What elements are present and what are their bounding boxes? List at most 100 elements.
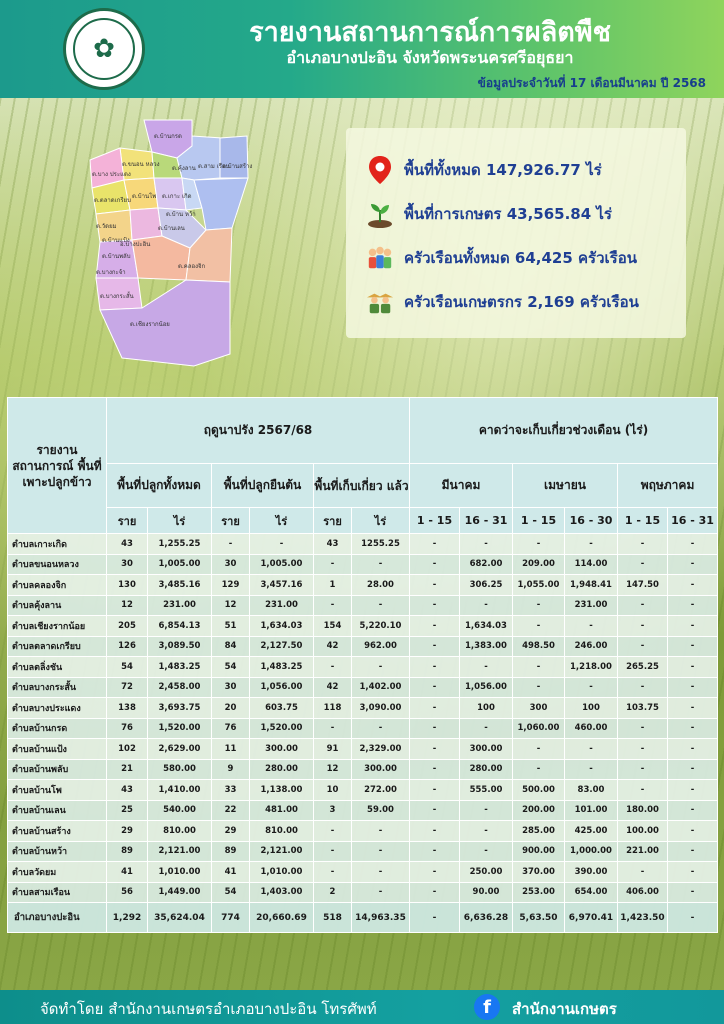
subdistrict-name-cell: ตำบลบ้านแป้ง: [7, 738, 107, 760]
table-cell: -: [313, 717, 352, 739]
subdistrict-name-cell: ตำบลเกาะเกิด: [7, 533, 107, 555]
table-cell: 30: [211, 676, 250, 698]
table-cell: 246.00: [564, 635, 618, 657]
map-label: ต.คลองจิก: [178, 263, 206, 270]
table-cell: -: [512, 758, 565, 780]
table-cell: -: [409, 635, 460, 657]
table-cell: 12: [211, 594, 250, 616]
table-cell: -: [313, 553, 352, 575]
period-header: 1 - 15: [409, 507, 460, 534]
table-cell: 231.00: [564, 594, 618, 616]
summary-farm-households: ครัวเรือนเกษตรกร 2,169 ครัวเรือน: [366, 280, 670, 324]
table-cell: 2: [313, 881, 352, 903]
table-cell: -: [512, 533, 565, 555]
map-label: ต.ขนอน หลวง: [122, 161, 160, 168]
map-label: ต.บ้านกรด: [154, 133, 182, 140]
table-cell: -: [313, 594, 352, 616]
table-cell: 1,423.50: [617, 902, 668, 933]
map-region: [129, 207, 163, 241]
table-cell: 6,636.28: [459, 902, 513, 933]
table-cell: 1,000.00: [564, 840, 618, 862]
table-cell: -: [666, 840, 719, 862]
table-cell: 6,970.41: [564, 902, 618, 933]
table-cell: -: [512, 676, 565, 698]
table-cell: 370.00: [512, 861, 565, 883]
table-cell: -: [617, 779, 668, 801]
table-cell: 253.00: [512, 881, 565, 903]
table-cell: 22: [211, 799, 250, 821]
table-cell: 2,458.00: [147, 676, 212, 698]
table-cell: -: [409, 574, 460, 596]
table-cell: 84: [211, 635, 250, 657]
map-label: ต.คุ้งลาน: [172, 165, 196, 172]
table-cell: 1,010.00: [147, 861, 212, 883]
department-seal-icon: ✿: [63, 8, 145, 90]
report-date: ข้อมูลประจำวันที่ 17 เดือนมีนาคม ปี 2568: [477, 76, 706, 90]
table-cell: 3,693.75: [147, 697, 212, 719]
table-cell: 147.50: [617, 574, 668, 596]
table-cell: -: [666, 533, 719, 555]
summary-box: พื้นที่ทั้งหมด 147,926.77 ไร่ พื้นที่การ…: [346, 128, 686, 338]
month-may-header: พฤษภาคม: [616, 463, 719, 508]
table-row: ตำบลเชียงรากน้อย 205 6,854.13 51 1,634.03 154…: [7, 615, 719, 637]
period-header: 1 - 15: [617, 507, 668, 534]
table-cell: -: [409, 676, 460, 698]
table-cell: 1,520.00: [249, 717, 314, 739]
unit-area-header: ไร่: [249, 507, 314, 534]
table-cell: -: [351, 820, 410, 842]
table-cell: 1,383.00: [459, 635, 513, 657]
table-cell: 138: [106, 697, 148, 719]
table-cell: 42: [313, 676, 352, 698]
table-cell: 76: [211, 717, 250, 739]
table-cell: 300.00: [249, 738, 314, 760]
table-row: ตำบลตลิ่งชัน 54 1,483.25 54 1,483.25- - - - -1,2…: [7, 656, 719, 678]
table-cell: 1,292: [106, 902, 148, 933]
table-cell: -: [666, 861, 719, 883]
table-cell: -: [313, 656, 352, 678]
table-cell: 280.00: [459, 758, 513, 780]
map-label: ต.เกาะ เกิด: [162, 193, 192, 200]
table-cell: 33: [211, 779, 250, 801]
table-cell: 14,963.35: [351, 902, 410, 933]
table-cell: 1,520.00: [147, 717, 212, 739]
table-cell: -: [564, 615, 618, 637]
forecast-header: คาดว่าจะเก็บเกี่ยวช่วงเดือน (ไร่): [408, 397, 719, 464]
page-header: ✿ รายงานสถานการณ์การผลิตพืช อำเภอบางปะอิ…: [0, 0, 724, 98]
table-cell: -: [351, 594, 410, 616]
subdistrict-name-cell: ตำบลบางประแดง: [7, 697, 107, 719]
table-cell: 5,220.10: [351, 615, 410, 637]
table-cell: -: [459, 820, 513, 842]
facebook-icon[interactable]: f: [474, 994, 500, 1020]
map-region: [193, 177, 249, 231]
table-cell: 580.00: [147, 758, 212, 780]
location-pin-icon: [366, 156, 394, 184]
footer-facebook-page[interactable]: สำนักงานเกษตร: [512, 997, 617, 1021]
rice-report-table: รายงาน สถานการณ์ พื้นที่ เพาะปลูกข้าว ฤด…: [7, 397, 719, 933]
table-cell: 59.00: [351, 799, 410, 821]
table-cell: 265.25: [617, 656, 668, 678]
table-cell: -: [459, 656, 513, 678]
table-cell: -: [409, 902, 460, 933]
table-cell: -: [666, 676, 719, 698]
table-cell: 114.00: [564, 553, 618, 575]
table-cell: 221.00: [617, 840, 668, 862]
table-total-row: อำเภอบางปะอิน 1,292 35,624.04 774 20,660…: [7, 902, 719, 933]
table-cell: -: [409, 779, 460, 801]
table-cell: 129: [211, 574, 250, 596]
map-region: [219, 135, 249, 179]
seal-emblem: ✿: [73, 18, 135, 80]
table-cell: 3,090.00: [351, 697, 410, 719]
unit-households-header: ราย: [106, 507, 148, 534]
subdistrict-name-cell: ตำบลบ้านหว้า: [7, 840, 107, 862]
table-cell: 180.00: [617, 799, 668, 821]
unit-area-header: ไร่: [351, 507, 410, 534]
table-cell: 3,089.50: [147, 635, 212, 657]
table-cell: -: [351, 553, 410, 575]
subdistrict-name-cell: ตำบลบ้านพลับ: [7, 758, 107, 780]
table-cell: -: [351, 840, 410, 862]
map-label: ต.บาง ประแดง: [92, 171, 131, 178]
summary-total-area: พื้นที่ทั้งหมด 147,926.77 ไร่: [366, 148, 670, 192]
table-cell: -: [459, 717, 513, 739]
table-row: ตำบลบางกระสั้น 72 2,458.00 30 1,056.00 42 1,40…: [7, 676, 719, 698]
table-cell: -: [459, 594, 513, 616]
